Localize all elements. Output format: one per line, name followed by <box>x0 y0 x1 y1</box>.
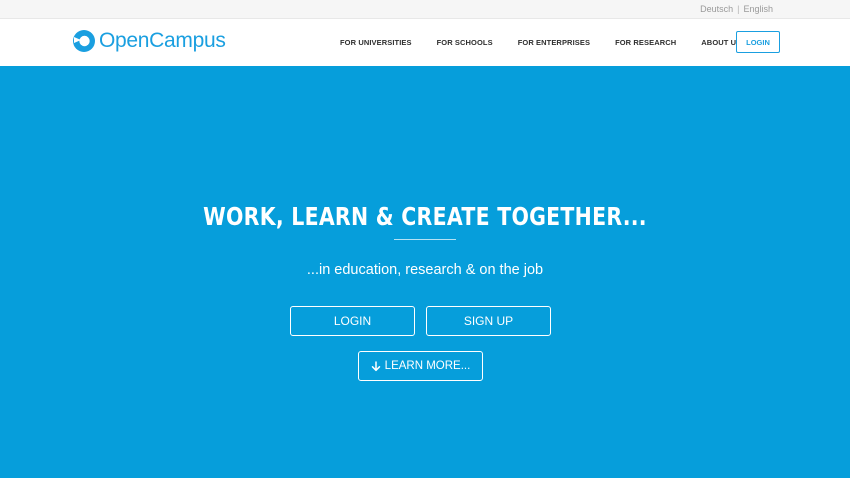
nav-research[interactable]: FOR RESEARCH <box>615 38 676 47</box>
lang-separator: | <box>737 4 740 14</box>
hero-signup-button[interactable]: SIGN UP <box>426 306 551 336</box>
learn-more-label: LEARN MORE... <box>384 360 471 372</box>
lang-deutsch-link[interactable]: Deutsch <box>700 4 733 14</box>
hero-divider <box>394 239 456 240</box>
nav-universities[interactable]: FOR UNIVERSITIES <box>340 38 412 47</box>
hero-login-button[interactable]: LOGIN <box>290 306 415 336</box>
hero-section: WORK, LEARN & CREATE TOGETHER... ...in e… <box>0 66 850 478</box>
hero-subtitle: ...in education, research & on the job <box>306 262 544 278</box>
nav-schools[interactable]: FOR SCHOOLS <box>437 38 493 47</box>
main-nav: FOR UNIVERSITIES FOR SCHOOLS FOR ENTERPR… <box>340 19 766 66</box>
nav-enterprises[interactable]: FOR ENTERPRISES <box>518 38 590 47</box>
brand-name: OpenCampus <box>99 29 226 52</box>
brand-logo[interactable]: OpenCampus <box>72 29 226 53</box>
opencampus-logo-icon <box>73 30 95 52</box>
header-login-button[interactable]: LOGIN <box>736 31 780 53</box>
site-header: OpenCampus FOR UNIVERSITIES FOR SCHOOLS … <box>0 19 850 66</box>
arrow-down-icon <box>371 360 380 371</box>
language-switcher: Deutsch | English <box>700 4 773 14</box>
learn-more-button[interactable]: LEARN MORE... <box>358 351 483 381</box>
hero-title: WORK, LEARN & CREATE TOGETHER... <box>203 202 647 231</box>
lang-english-link[interactable]: English <box>743 4 773 14</box>
top-language-bar: Deutsch | English <box>0 0 850 19</box>
